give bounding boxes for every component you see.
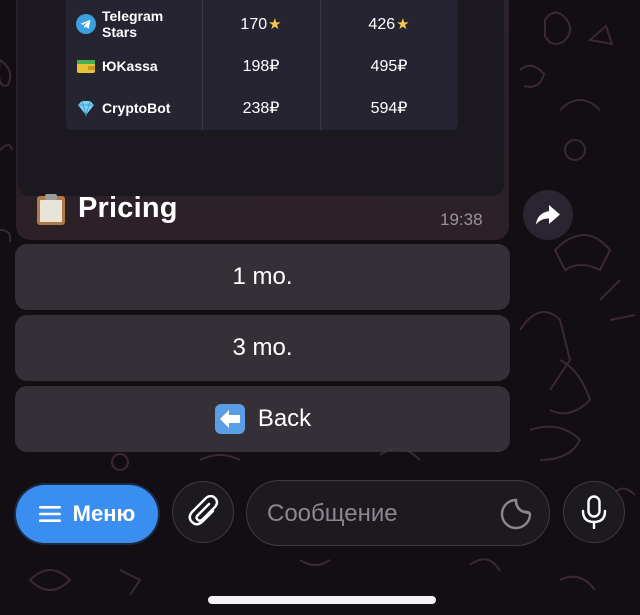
star-icon: ★ xyxy=(268,15,282,33)
price-value: 238₽ xyxy=(242,100,280,117)
option-1mo-button[interactable]: 1 mo. xyxy=(15,244,510,310)
hamburger-icon xyxy=(38,506,61,522)
option-3mo-button[interactable]: 3 mo. xyxy=(15,315,510,381)
message-input[interactable] xyxy=(265,497,489,531)
provider-name: Telegram Stars xyxy=(102,8,164,40)
price-value: 594₽ xyxy=(370,100,408,117)
button-label: 3 mo. xyxy=(232,334,293,361)
forward-button[interactable] xyxy=(523,190,573,240)
voice-button[interactable] xyxy=(563,481,625,543)
price-value: 495₽ xyxy=(370,58,408,75)
price-value: 198₽ xyxy=(242,58,280,75)
microphone-icon xyxy=(581,495,607,529)
back-button[interactable]: Back xyxy=(15,386,510,452)
pricing-table: Telegram Stars 170★ 426★ ЮKassa 198₽ 495… xyxy=(66,0,458,130)
table-row: CryptoBot 238₽ 594₽ xyxy=(66,87,458,129)
message-caption: Pricing xyxy=(36,192,178,225)
attach-button[interactable] xyxy=(172,481,234,543)
home-indicator[interactable] xyxy=(208,596,436,604)
table-row: Telegram Stars 170★ 426★ xyxy=(66,3,458,45)
message-time: 19:38 xyxy=(440,210,483,229)
message-input-box[interactable] xyxy=(246,480,550,546)
provider-name: CryptoBot xyxy=(102,100,171,116)
forward-arrow-icon xyxy=(536,205,560,225)
wallet-icon xyxy=(77,60,95,73)
star-icon: ★ xyxy=(396,15,410,33)
clipboard-icon xyxy=(37,193,65,225)
caption-text: Pricing xyxy=(78,192,178,224)
paperclip-icon xyxy=(188,495,219,526)
button-label: Back xyxy=(257,405,312,432)
table-row: ЮKassa 198₽ 495₽ xyxy=(66,45,458,87)
back-arrow-icon xyxy=(214,404,245,434)
menu-label: Меню xyxy=(72,501,136,526)
button-label: 1 mo. xyxy=(232,263,293,290)
menu-button[interactable]: Меню xyxy=(16,485,158,543)
sticker-icon[interactable] xyxy=(499,497,533,531)
price-value: 170 xyxy=(240,15,268,33)
price-value: 426 xyxy=(368,15,396,33)
diamond-icon xyxy=(78,100,94,117)
provider-name: ЮKassa xyxy=(102,58,158,74)
telegram-icon xyxy=(76,14,96,34)
